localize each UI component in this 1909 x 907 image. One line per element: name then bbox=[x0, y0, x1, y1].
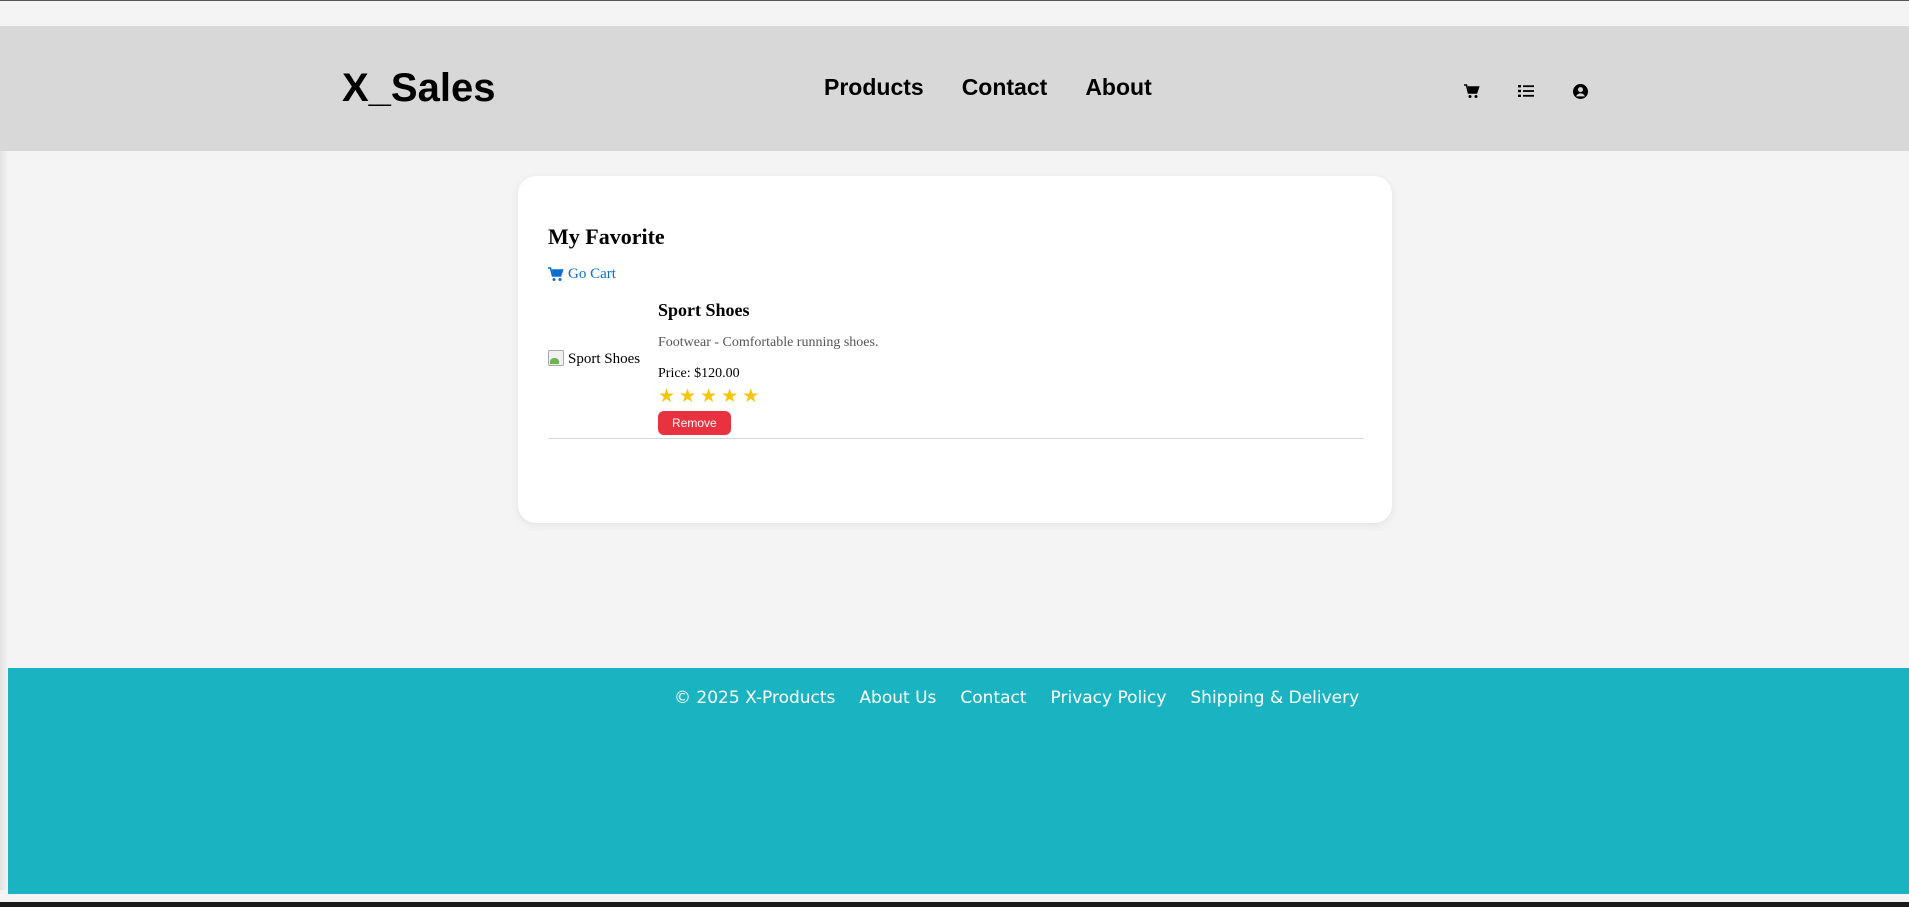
nav-link-about[interactable]: About bbox=[1085, 74, 1151, 101]
footer-link-shipping-delivery[interactable]: Shipping & Delivery bbox=[1190, 688, 1359, 708]
go-cart-label: Go Cart bbox=[568, 266, 616, 282]
product-name: Sport Shoes bbox=[658, 300, 750, 320]
footer-link-privacy-policy[interactable]: Privacy Policy bbox=[1051, 688, 1167, 708]
window-bottom-border bbox=[0, 902, 1909, 907]
favorite-item: Sport Shoes Sport Shoes Footwear - Comfo… bbox=[548, 300, 1364, 439]
cart-icon bbox=[548, 267, 564, 281]
product-description: Footwear - Comfortable running shoes. bbox=[658, 335, 879, 350]
site-logo[interactable]: X_Sales bbox=[342, 66, 495, 111]
nav-link-contact[interactable]: Contact bbox=[962, 74, 1048, 101]
cart-icon[interactable] bbox=[1463, 82, 1481, 100]
star-icon: ★ bbox=[742, 386, 760, 407]
header-icons bbox=[1463, 82, 1589, 100]
footer-copyright: © 2025 X-Products bbox=[674, 688, 836, 708]
page-left-shade bbox=[0, 150, 8, 890]
footer-link-contact[interactable]: Contact bbox=[960, 688, 1026, 708]
favorites-card: My Favorite Go Cart Sport Shoes Sport Sh… bbox=[518, 176, 1392, 523]
product-info: Sport Shoes Footwear - Comfortable runni… bbox=[658, 300, 878, 435]
product-image-alt: Sport Shoes bbox=[568, 350, 641, 367]
browser-top-strip bbox=[0, 0, 1909, 26]
footer-link-about-us[interactable]: About Us bbox=[859, 688, 936, 708]
go-cart-link[interactable]: Go Cart bbox=[548, 266, 616, 283]
star-icon: ★ bbox=[658, 386, 676, 407]
nav-link-products[interactable]: Products bbox=[824, 74, 924, 101]
main-nav: Products Contact About bbox=[824, 74, 1152, 101]
site-header: X_Sales Products Contact About bbox=[0, 26, 1909, 151]
user-circle-icon[interactable] bbox=[1571, 82, 1589, 100]
product-price: Price: $120.00 bbox=[658, 366, 740, 381]
star-icon: ★ bbox=[700, 386, 718, 407]
product-image[interactable]: Sport Shoes bbox=[548, 350, 640, 368]
site-footer: © 2025 X-Products About Us Contact Priva… bbox=[8, 668, 1909, 894]
page-title: My Favorite bbox=[548, 224, 665, 249]
list-icon[interactable] bbox=[1517, 82, 1535, 100]
star-rating: ★ ★ ★ ★ ★ bbox=[658, 386, 878, 407]
remove-button[interactable]: Remove bbox=[658, 411, 731, 435]
broken-image-icon bbox=[548, 350, 566, 368]
footer-links: © 2025 X-Products About Us Contact Priva… bbox=[674, 688, 1359, 708]
star-icon: ★ bbox=[679, 386, 697, 407]
star-icon: ★ bbox=[721, 386, 739, 407]
